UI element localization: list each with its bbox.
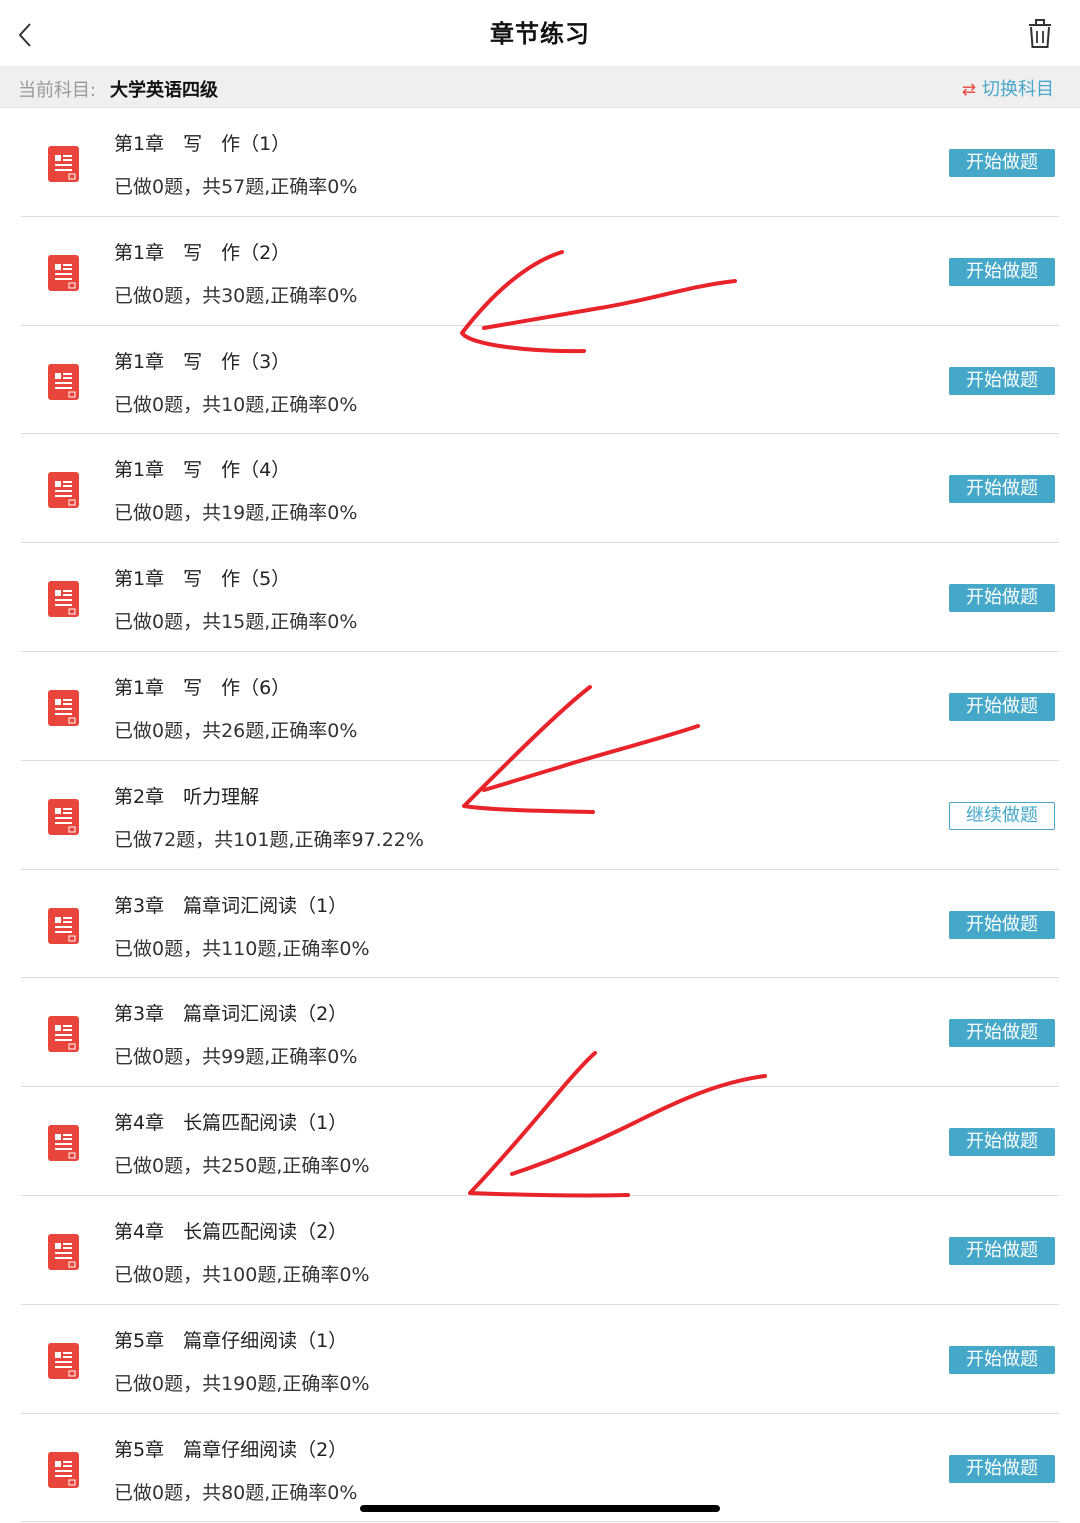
- chapter-stats: 已做0题，共100题,正确率0%: [114, 1263, 370, 1286]
- book-icon: [48, 254, 79, 291]
- switch-subject-label: 切换科目: [982, 79, 1054, 100]
- chapter-title: 第1章 写 作（5）: [114, 568, 291, 591]
- chapter-row[interactable]: 第3章 篇章词汇阅读（2） 已做0题，共99题,正确率0% 开始做题: [0, 978, 1080, 1087]
- subject-label: 当前科目:: [18, 80, 97, 101]
- book-icon: [48, 146, 79, 182]
- chapter-row[interactable]: 第3章 篇章词汇阅读（1） 已做0题，共110题,正确率0% 开始做题: [0, 870, 1080, 979]
- chapter-stats: 已做0题，共26题,正确率0%: [114, 719, 358, 742]
- chapter-title: 第4章 长篇匹配阅读（1）: [114, 1112, 348, 1135]
- chapter-row[interactable]: 第4章 长篇匹配阅读（1） 已做0题，共250题,正确率0% 开始做题: [0, 1087, 1080, 1196]
- chapter-row[interactable]: 第5章 篇章仔细阅读（1） 已做0题，共190题,正确率0% 开始做题: [0, 1305, 1080, 1414]
- chapter-title: 第5章 篇章仔细阅读（2）: [114, 1438, 348, 1461]
- chapter-title: 第1章 写 作（4）: [114, 459, 291, 482]
- chapter-stats: 已做0题，共250题,正确率0%: [114, 1155, 370, 1178]
- switch-subject-button[interactable]: ⇄ 切换科目: [962, 75, 1054, 101]
- chapter-title: 第1章 写 作（1）: [114, 133, 291, 155]
- chapter-title: 第5章 篇章仔细阅读（1）: [114, 1329, 348, 1352]
- page-title: 章节练习: [490, 20, 590, 48]
- chapter-row[interactable]: 第1章 写 作（5） 已做0题，共15题,正确率0% 开始做题: [0, 543, 1080, 652]
- start-practice-button[interactable]: 开始做题: [949, 584, 1055, 613]
- chapter-stats: 已做0题，共190题,正确率0%: [114, 1372, 370, 1395]
- start-practice-button[interactable]: 开始做题: [949, 1454, 1055, 1483]
- book-icon: [48, 1125, 79, 1162]
- start-practice-button[interactable]: 开始做题: [949, 1236, 1055, 1265]
- continue-practice-button[interactable]: 继续做题: [949, 801, 1055, 830]
- subject-value: 大学英语四级: [110, 80, 218, 101]
- book-icon: [48, 363, 79, 400]
- start-practice-button[interactable]: 开始做题: [949, 149, 1055, 177]
- home-indicator: [360, 1505, 720, 1512]
- book-icon: [48, 798, 79, 835]
- chapter-row[interactable]: 第4章 长篇匹配阅读（2） 已做0题，共100题,正确率0% 开始做题: [0, 1196, 1080, 1305]
- start-practice-button[interactable]: 开始做题: [949, 1019, 1055, 1048]
- chapter-row[interactable]: 第1章 写 作（6） 已做0题，共26题,正确率0% 开始做题: [0, 652, 1080, 761]
- subject-bar: 当前科目: 大学英语四级 ⇄ 切换科目: [0, 66, 1080, 108]
- chapter-row[interactable]: 第1章 写 作（4） 已做0题，共19题,正确率0% 开始做题: [0, 434, 1080, 543]
- book-icon: [48, 472, 79, 509]
- chapter-stats: 已做0题，共57题,正确率0%: [114, 176, 358, 198]
- book-icon: [48, 1233, 79, 1270]
- start-practice-button[interactable]: 开始做题: [949, 257, 1055, 286]
- chapter-stats: 已做0题，共30题,正确率0%: [114, 284, 358, 307]
- nav-bar: 章节练习: [0, 0, 1080, 66]
- chapter-title: 第4章 长篇匹配阅读（2）: [114, 1220, 348, 1243]
- start-practice-button[interactable]: 开始做题: [949, 910, 1055, 939]
- book-icon: [48, 907, 79, 944]
- chapter-row[interactable]: 第2章 听力理解已做72题，共101题,正确率97.22% 继续做题: [0, 761, 1080, 870]
- start-practice-button[interactable]: 开始做题: [949, 1345, 1055, 1374]
- chapter-title: 第2章 听力理解: [114, 785, 260, 808]
- chapter-title: 第1章 写 作（2）: [114, 241, 291, 264]
- book-icon: [48, 1342, 79, 1379]
- book-icon: [48, 581, 79, 618]
- chapter-stats: 已做0题，共15题,正确率0%: [114, 611, 358, 634]
- chapter-title: 第1章 写 作（6）: [114, 676, 291, 699]
- swap-icon: ⇄: [961, 80, 976, 100]
- chapter-stats: 已做0题，共10题,正确率0%: [114, 393, 358, 416]
- book-icon: [48, 1451, 79, 1488]
- chapter-title: 第3章 篇章词汇阅读（2）: [114, 1003, 348, 1026]
- chapter-stats: 已做72题，共101题,正确率97.22%: [114, 828, 424, 851]
- start-practice-button[interactable]: 开始做题: [949, 366, 1055, 395]
- chapter-stats: 已做0题，共19题,正确率0%: [114, 502, 358, 525]
- trash-icon: [1029, 19, 1051, 48]
- delete-button[interactable]: [1022, 16, 1058, 52]
- chapter-title: 第3章 篇章词汇阅读（1）: [114, 894, 348, 917]
- chapter-stats: 已做0题，共110题,正确率0%: [114, 937, 370, 960]
- start-practice-button[interactable]: 开始做题: [949, 692, 1055, 721]
- start-practice-button[interactable]: 开始做题: [949, 475, 1055, 504]
- start-practice-button[interactable]: 开始做题: [949, 1128, 1055, 1157]
- chapter-list: 第1章 写 作（1） 已做0题，共57题,正确率0% 开始做题 第1章 写 作（2）已…: [0, 108, 1080, 1523]
- chapter-row[interactable]: 第1章 写 作（1） 已做0题，共57题,正确率0% 开始做题: [0, 108, 1080, 217]
- chapter-title: 第1章 写 作（3）: [114, 350, 291, 373]
- book-icon: [48, 1016, 79, 1053]
- chapter-stats: 已做0题，共99题,正确率0%: [114, 1046, 358, 1069]
- chapter-row[interactable]: 第1章 写 作（3） 已做0题，共10题,正确率0% 开始做题: [0, 326, 1080, 435]
- chapter-row[interactable]: 第1章 写 作（2） 已做0题，共30题,正确率0% 开始做题: [0, 217, 1080, 326]
- book-icon: [48, 689, 79, 726]
- chapter-stats: 已做0题，共80题,正确率0%: [114, 1481, 358, 1504]
